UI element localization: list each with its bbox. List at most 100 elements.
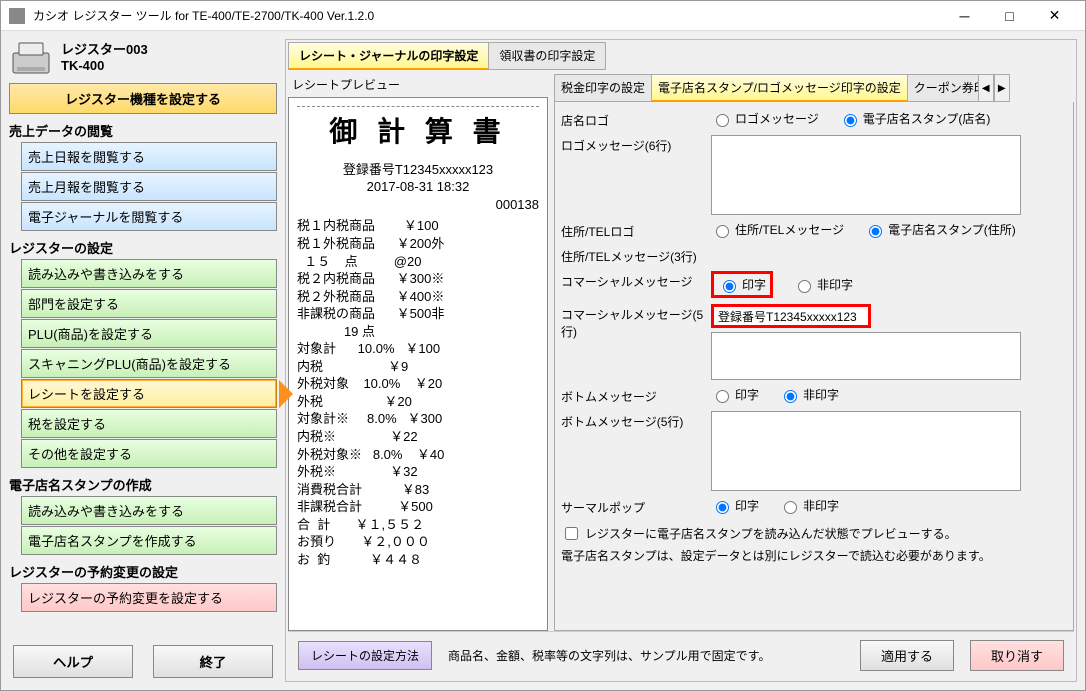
subtab-stamp[interactable]: 電子店名スタンプ/ロゴメッセージ印字の設定 (651, 74, 908, 102)
tab-scroll-right[interactable]: ▶ (994, 74, 1010, 102)
tab-scroll-left[interactable]: ◀ (978, 74, 994, 102)
r-l7: 19 点 (297, 323, 539, 341)
r-l19: お預り ￥２,０００ (297, 533, 539, 551)
preview-column: レシートプレビュー 御 計 算 書 登録番号T12345xxxxx123 201… (288, 74, 548, 631)
settings-body: 店名ロゴ ロゴメッセージ 電子店名スタンプ(店名) ロゴメッセージ(6行) (554, 102, 1074, 631)
main-panel: レシート・ジャーナルの印字設定 領収書の印字設定 レシートプレビュー 御 計 算… (285, 39, 1077, 682)
register-header: レジスター003 TK-400 (9, 39, 277, 77)
bottom-textarea[interactable] (711, 411, 1021, 491)
section-settings: レジスターの設定 (9, 238, 277, 257)
highlight-print-radio: 印字 (711, 271, 773, 298)
r-l16: 消費税合計 ￥83 (297, 481, 539, 499)
set-model-button[interactable]: レジスター機種を設定する (9, 83, 277, 114)
r-l13: 内税※ ￥22 (297, 428, 539, 446)
howto-button[interactable]: レシートの設定方法 (298, 641, 432, 670)
bottom-label: ボトムメッセージ (561, 386, 711, 405)
r-l5: 税２外税商品 ￥400※ (297, 288, 539, 306)
window-title: カシオ レジスター ツール for TE-400/TE-2700/TK-400 … (33, 7, 942, 24)
sidebar: レジスター003 TK-400 レジスター機種を設定する 売上データの閲覧 売上… (9, 39, 277, 682)
settings-column: 税金印字の設定 電子店名スタンプ/ロゴメッセージ印字の設定 クーポン券印字 ◀ … (554, 74, 1074, 631)
r-l9: 内税 ￥9 (297, 358, 539, 376)
stamp-note: 電子店名スタンプは、設定データとは別にレジスターで読込む必要があります。 (561, 547, 1067, 564)
r-l15: 外税※ ￥32 (297, 463, 539, 481)
reg-number-line: 登録番号T12345xxxxx123 (297, 161, 539, 179)
section-stamp: 電子店名スタンプの作成 (9, 475, 277, 494)
rw-button[interactable]: 読み込みや書き込みをする (21, 259, 277, 288)
section-sales: 売上データの閲覧 (9, 121, 277, 140)
r-l3: １５ 点 @20 (297, 253, 539, 271)
radio-stamp-shop[interactable]: 電子店名スタンプ(店名) (839, 110, 991, 127)
receipt-title: 御 計 算 書 (297, 113, 539, 151)
receipt-date: 2017-08-31 18:32 (297, 178, 539, 196)
apply-button[interactable]: 適用する (860, 640, 954, 671)
other-button[interactable]: その他を設定する (21, 439, 277, 468)
addr-logo-label: 住所/TELロゴ (561, 221, 711, 240)
monthly-report-button[interactable]: 売上月報を閲覧する (21, 172, 277, 201)
help-button[interactable]: ヘルプ (13, 645, 133, 678)
tax-button[interactable]: 税を設定する (21, 409, 277, 438)
scanplu-button[interactable]: スキャニングPLU(商品)を設定する (21, 349, 277, 378)
addr-msg-label: 住所/TELメッセージ(3行) (561, 246, 711, 265)
stamp-rw-button[interactable]: 読み込みや書き込みをする (21, 496, 277, 525)
r-l10: 外税対象 10.0% ￥20 (297, 375, 539, 393)
section-reserve: レジスターの予約変更の設定 (9, 562, 277, 581)
body: レジスター003 TK-400 レジスター機種を設定する 売上データの閲覧 売上… (1, 31, 1085, 690)
register-icon (9, 39, 53, 77)
register-model: TK-400 (61, 58, 148, 73)
cancel-button[interactable]: 取り消す (970, 640, 1064, 671)
radio-thermal-print[interactable]: 印字 (711, 497, 759, 514)
bottom5-label: ボトムメッセージ(5行) (561, 411, 711, 491)
tab-ryoshusho[interactable]: 領収書の印字設定 (488, 42, 606, 70)
radio-bottom-print[interactable]: 印字 (711, 386, 759, 403)
sub-tabs: 税金印字の設定 電子店名スタンプ/ロゴメッセージ印字の設定 クーポン券印字 ◀ … (554, 74, 1074, 102)
r-l8: 対象計 10.0% ￥100 (297, 340, 539, 358)
r-l20: お 釣 ￥４４８ (297, 551, 539, 569)
preview-checkbox-label: レジスターに電子店名スタンプを読み込んだ状態でプレビューする。 (585, 525, 957, 542)
bottom-bar: レシートの設定方法 商品名、金額、税率等の文字列は、サンプル用で固定です。 適用… (288, 631, 1074, 679)
r-l1: 税１内税商品 ￥100 (297, 217, 539, 235)
radio-logo-message[interactable]: ロゴメッセージ (711, 110, 819, 127)
plu-button[interactable]: PLU(商品)を設定する (21, 319, 277, 348)
commercial-textarea[interactable] (711, 332, 1021, 380)
app-icon (9, 8, 25, 24)
r-l14: 外税対象※ 8.0% ￥40 (297, 446, 539, 464)
ejournal-button[interactable]: 電子ジャーナルを閲覧する (21, 202, 277, 231)
register-name: レジスター003 (61, 39, 148, 58)
shop-logo-label: 店名ロゴ (561, 110, 711, 129)
radio-addr-msg[interactable]: 住所/TELメッセージ (711, 221, 844, 238)
preview-checkbox[interactable] (565, 527, 578, 540)
stamp-make-button[interactable]: 電子店名スタンプを作成する (21, 526, 277, 555)
commercial5-label: コマーシャルメッセージ(5行) (561, 304, 711, 380)
tab-receipt-journal[interactable]: レシート・ジャーナルの印字設定 (288, 42, 489, 70)
r-l18: 合 計 ￥１,５５２ (297, 516, 539, 534)
radio-addr-stamp[interactable]: 電子店名スタンプ(住所) (864, 221, 1016, 238)
r-l4: 税２内税商品 ￥300※ (297, 270, 539, 288)
r-l6: 非課税の商品 ￥500非 (297, 305, 539, 323)
subtab-tax[interactable]: 税金印字の設定 (554, 74, 652, 102)
radio-commercial-print[interactable]: 印字 (718, 276, 766, 293)
commercial-input[interactable] (711, 304, 871, 328)
dept-button[interactable]: 部門を設定する (21, 289, 277, 318)
r-l12: 対象計※ 8.0% ￥300 (297, 410, 539, 428)
maximize-button[interactable]: □ (987, 1, 1032, 30)
receipt-preview: 御 計 算 書 登録番号T12345xxxxx123 2017-08-31 18… (288, 97, 548, 631)
minimize-button[interactable]: ─ (942, 1, 987, 30)
reserve-button[interactable]: レジスターの予約変更を設定する (21, 583, 277, 612)
receipt-settings-button[interactable]: レシートを設定する (21, 379, 277, 408)
close-button[interactable]: ✕ (1032, 1, 1077, 30)
titlebar: カシオ レジスター ツール for TE-400/TE-2700/TK-400 … (1, 1, 1085, 31)
radio-commercial-noprint[interactable]: 非印字 (793, 276, 853, 293)
subtab-coupon[interactable]: クーポン券印字 (907, 74, 979, 102)
logo-msg-textarea[interactable] (711, 135, 1021, 215)
radio-thermal-noprint[interactable]: 非印字 (779, 497, 839, 514)
top-tabs: レシート・ジャーナルの印字設定 領収書の印字設定 (288, 42, 1074, 70)
daily-report-button[interactable]: 売上日報を閲覧する (21, 142, 277, 171)
receipt-seq: 000138 (297, 196, 539, 214)
r-l17: 非課税合計 ￥500 (297, 498, 539, 516)
radio-bottom-noprint[interactable]: 非印字 (779, 386, 839, 403)
app-window: カシオ レジスター ツール for TE-400/TE-2700/TK-400 … (0, 0, 1086, 691)
exit-button[interactable]: 終了 (153, 645, 273, 678)
preview-label: レシートプレビュー (292, 76, 548, 93)
r-l2: 税１外税商品 ￥200外 (297, 235, 539, 253)
thermal-label: サーマルポップ (561, 497, 711, 516)
